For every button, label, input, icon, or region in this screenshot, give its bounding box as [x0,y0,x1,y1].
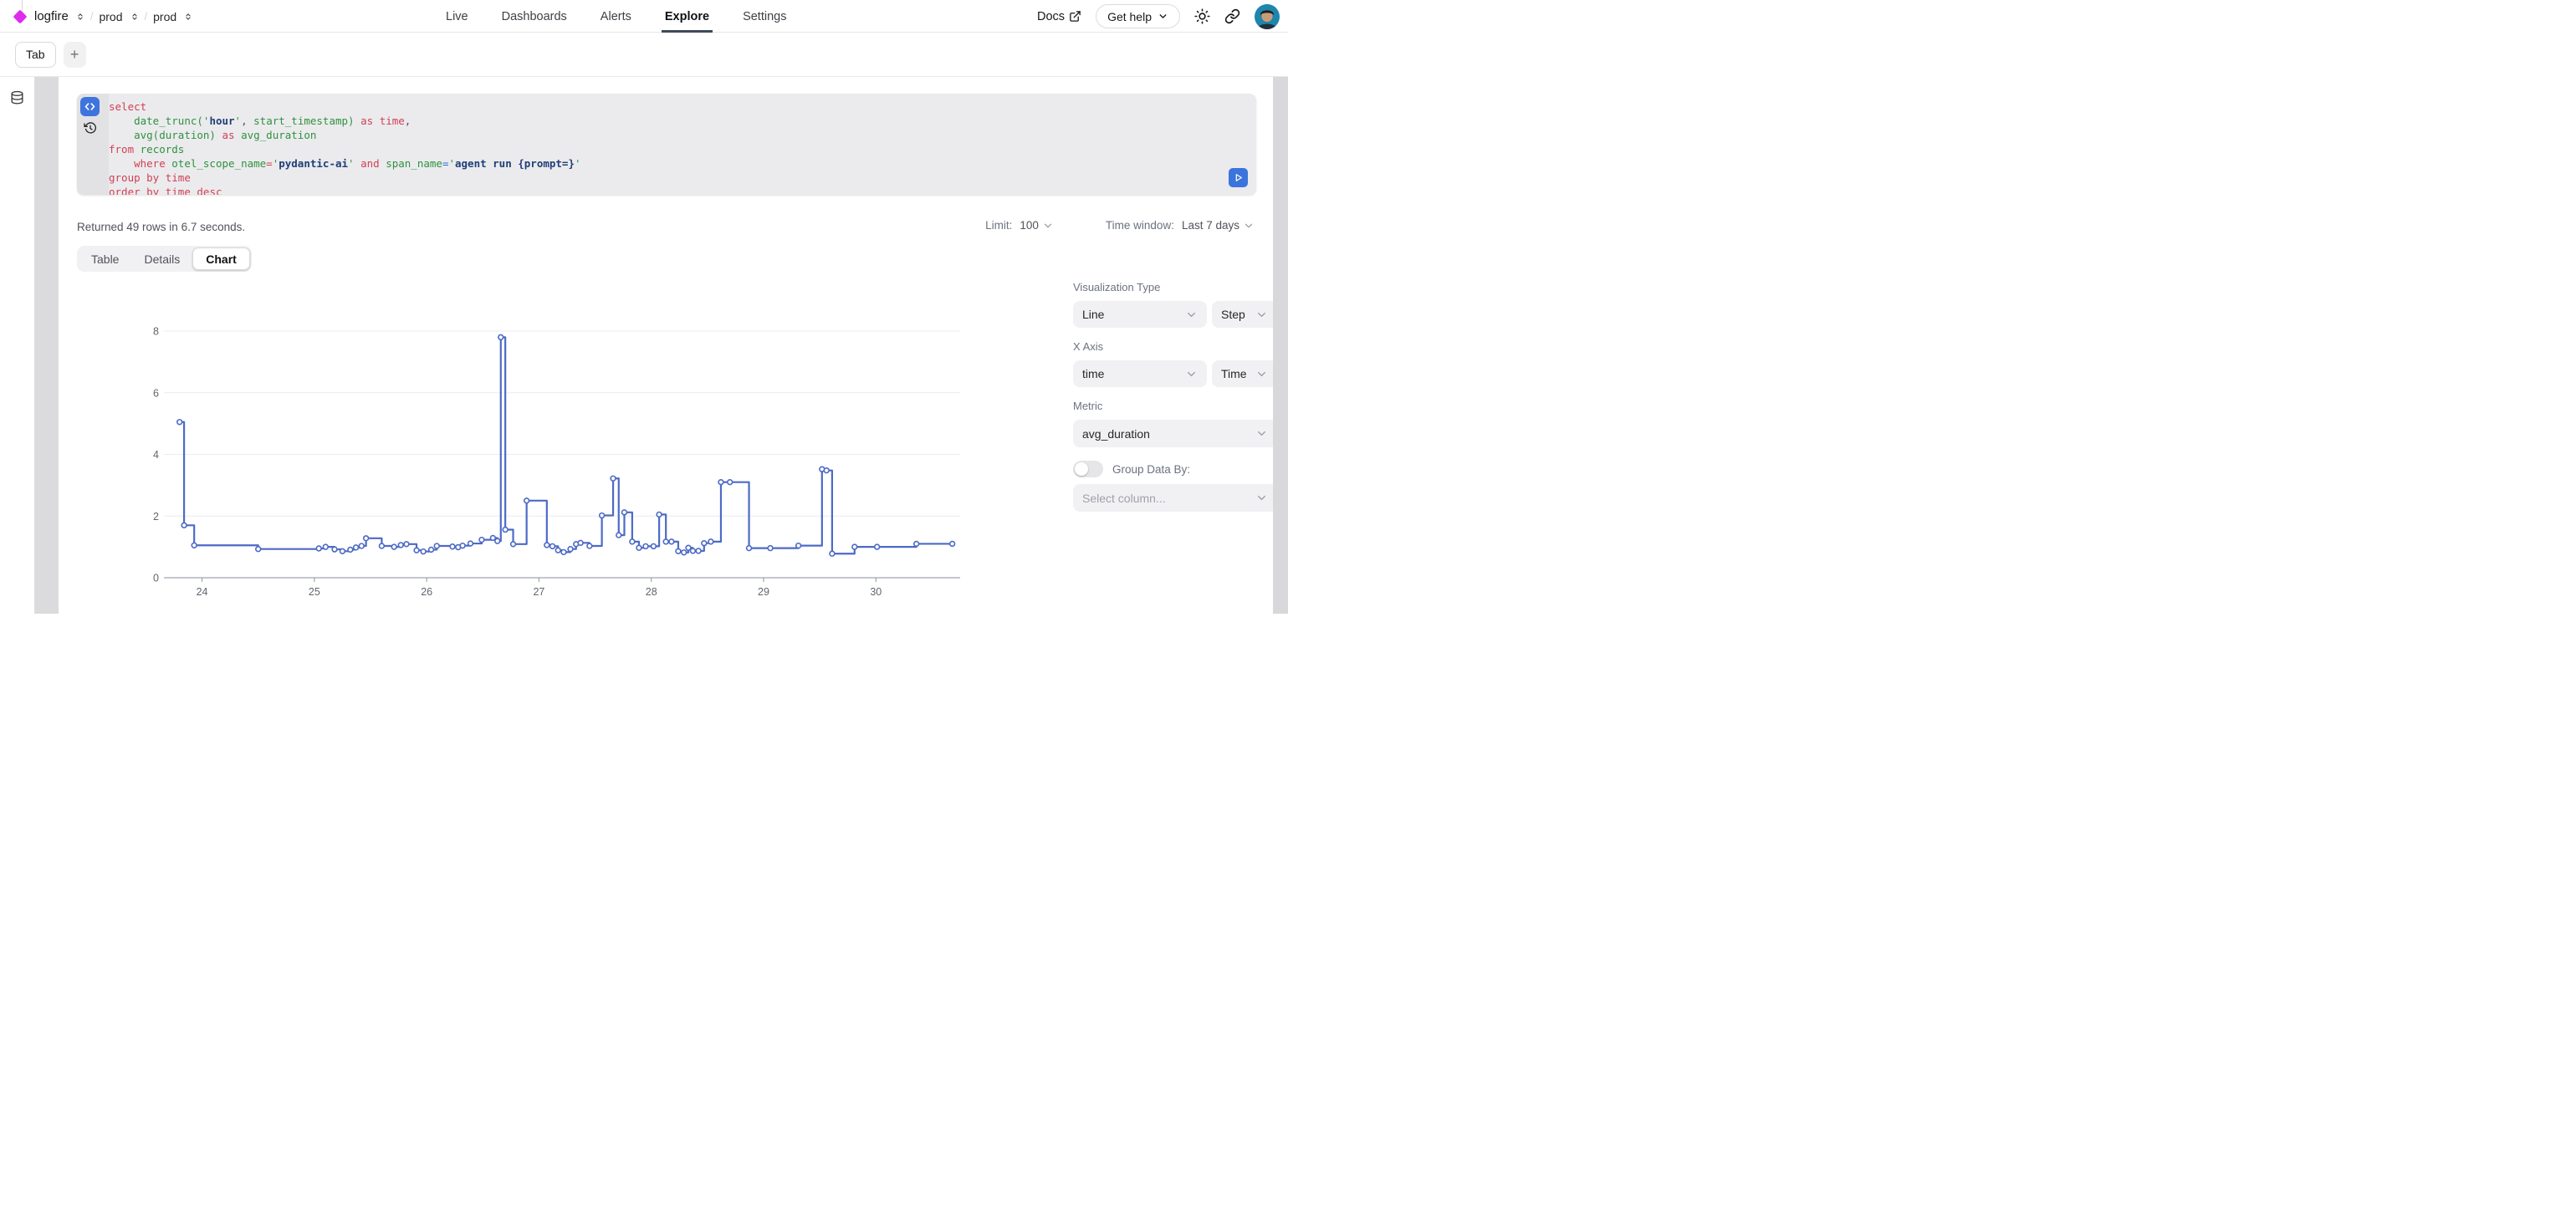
chevron-down-icon [1185,368,1198,380]
svg-text:8: 8 [153,326,159,338]
theme-toggle-sun-icon[interactable] [1194,8,1210,24]
navbar: logfire / prod / prod Live Dashboards Al… [0,0,1288,33]
results-controls: Limit: 100 Time window: Last 7 days [985,219,1255,232]
breadcrumb-separator: / [145,10,148,23]
x-axis-column-select[interactable]: time [1073,360,1207,387]
group-data-by-label: Group Data By: [1112,463,1190,476]
svg-text:29: 29 [758,586,769,598]
database-schema-icon[interactable] [9,89,25,107]
results-summary: Returned 49 rows in 6.7 seconds. [77,221,245,233]
breadcrumb: logfire / prod / prod [12,0,192,33]
get-help-button[interactable]: Get help [1096,4,1180,28]
docs-link[interactable]: Docs [1037,10,1081,23]
environment-select-caret-icon[interactable] [184,11,192,23]
query-history-icon[interactable] [84,121,97,135]
nav-item-live[interactable]: Live [446,0,468,33]
editor-gutter [77,94,109,195]
metric-label: Metric [1073,400,1277,413]
add-tab-button[interactable]: + [64,42,86,68]
navbar-actions: Docs Get help [1037,0,1280,33]
breadcrumb-environment[interactable]: prod [153,10,176,23]
explore-content: select date_trunc('hour', start_timestam… [0,77,1288,614]
avg-duration-step-chart[interactable]: 2425262728293002468 [151,318,966,609]
time-window-label: Time window: [1106,219,1174,232]
avatar[interactable] [1255,4,1280,29]
metric-select[interactable]: avg_duration [1073,420,1277,447]
svg-text:26: 26 [421,586,432,598]
nav-item-explore[interactable]: Explore [665,0,709,33]
share-link-icon[interactable] [1224,8,1240,24]
chevron-down-icon [1255,492,1268,504]
svg-text:0: 0 [153,573,159,584]
limit-value[interactable]: 100 [1020,219,1039,232]
svg-text:6: 6 [153,387,159,399]
nav-item-dashboards[interactable]: Dashboards [502,0,567,33]
active-tab-underline [662,30,713,33]
brand-name[interactable]: logfire [34,9,69,23]
limit-chevron-down-icon[interactable] [1042,220,1054,232]
group-data-by-toggle[interactable] [1073,461,1103,477]
visualization-type-select[interactable]: Line [1073,301,1207,328]
time-window-chevron-down-icon[interactable] [1243,220,1255,232]
main-nav: Live Dashboards Alerts Explore Settings [446,0,786,33]
svg-text:30: 30 [870,586,882,598]
visualization-type-label: Visualization Type [1073,281,1277,294]
query-tabs-bar: Tab + [0,33,1288,77]
limit-label: Limit: [985,219,1012,232]
sql-query-text[interactable]: select date_trunc('hour', start_timestam… [109,99,1223,195]
chevron-down-icon [1255,309,1268,321]
view-switcher: Table Details Chart [77,246,252,272]
visualization-panel: Visualization Type Line Step X Axis time… [1073,281,1277,512]
svg-text:28: 28 [646,586,657,598]
x-axis-type-select[interactable]: Time [1212,360,1277,387]
svg-text:2: 2 [153,511,159,523]
svg-text:25: 25 [309,586,320,598]
panel-divider-strip[interactable] [34,77,59,614]
org-select-caret-icon[interactable] [76,11,84,23]
code-mode-icon[interactable] [80,97,100,116]
breadcrumb-project[interactable]: prod [99,10,122,23]
run-query-button[interactable] [1229,168,1248,187]
view-tab-details[interactable]: Details [131,247,192,270]
x-axis-label: X Axis [1073,340,1277,354]
svg-text:27: 27 [533,586,544,598]
external-link-icon [1069,10,1081,23]
sql-editor[interactable]: select date_trunc('hour', start_timestam… [77,94,1256,195]
view-tab-chart[interactable]: Chart [192,247,250,270]
group-column-select[interactable]: Select column... [1073,484,1277,512]
logfire-logo-icon [13,9,28,23]
line-style-select[interactable]: Step [1212,301,1277,328]
breadcrumb-separator: / [90,10,94,23]
chevron-down-icon [1185,309,1198,321]
toggle-knob [1075,462,1088,476]
query-tab[interactable]: Tab [15,42,56,68]
chevron-down-icon [1255,427,1268,440]
nav-item-settings[interactable]: Settings [743,0,786,33]
svg-text:24: 24 [197,586,208,598]
vertical-scrollbar[interactable] [1273,77,1288,614]
left-rail [0,77,34,614]
view-tab-table[interactable]: Table [79,247,131,270]
chevron-down-icon [1255,368,1268,380]
nav-item-alerts[interactable]: Alerts [601,0,631,33]
time-window-value[interactable]: Last 7 days [1182,219,1239,232]
chevron-down-icon [1158,11,1168,22]
svg-text:4: 4 [153,449,159,461]
project-select-caret-icon[interactable] [130,11,139,23]
